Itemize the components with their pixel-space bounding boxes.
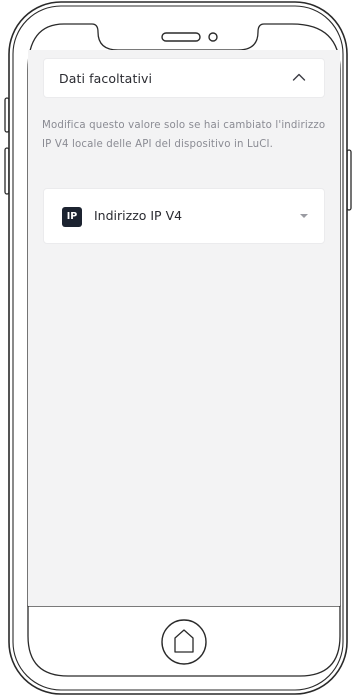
dropdown-caret-icon (300, 214, 308, 218)
home-button[interactable] (161, 619, 207, 665)
screen: Dati facoltativi Modifica questo valore … (28, 50, 340, 606)
accordion-title: Dati facoltativi (59, 71, 153, 86)
ip-v4-label: Indirizzo IP V4 (94, 208, 183, 223)
optional-data-accordion[interactable]: Dati facoltativi (43, 58, 325, 98)
ip-badge-icon: IP (62, 207, 82, 227)
chevron-up-icon[interactable] (292, 72, 306, 82)
phone-mockup: Dati facoltativi Modifica questo valore … (0, 0, 356, 696)
help-text: Modifica questo valore solo se hai cambi… (42, 120, 326, 150)
ip-v4-select[interactable]: IP Indirizzo IP V4 (43, 188, 325, 244)
